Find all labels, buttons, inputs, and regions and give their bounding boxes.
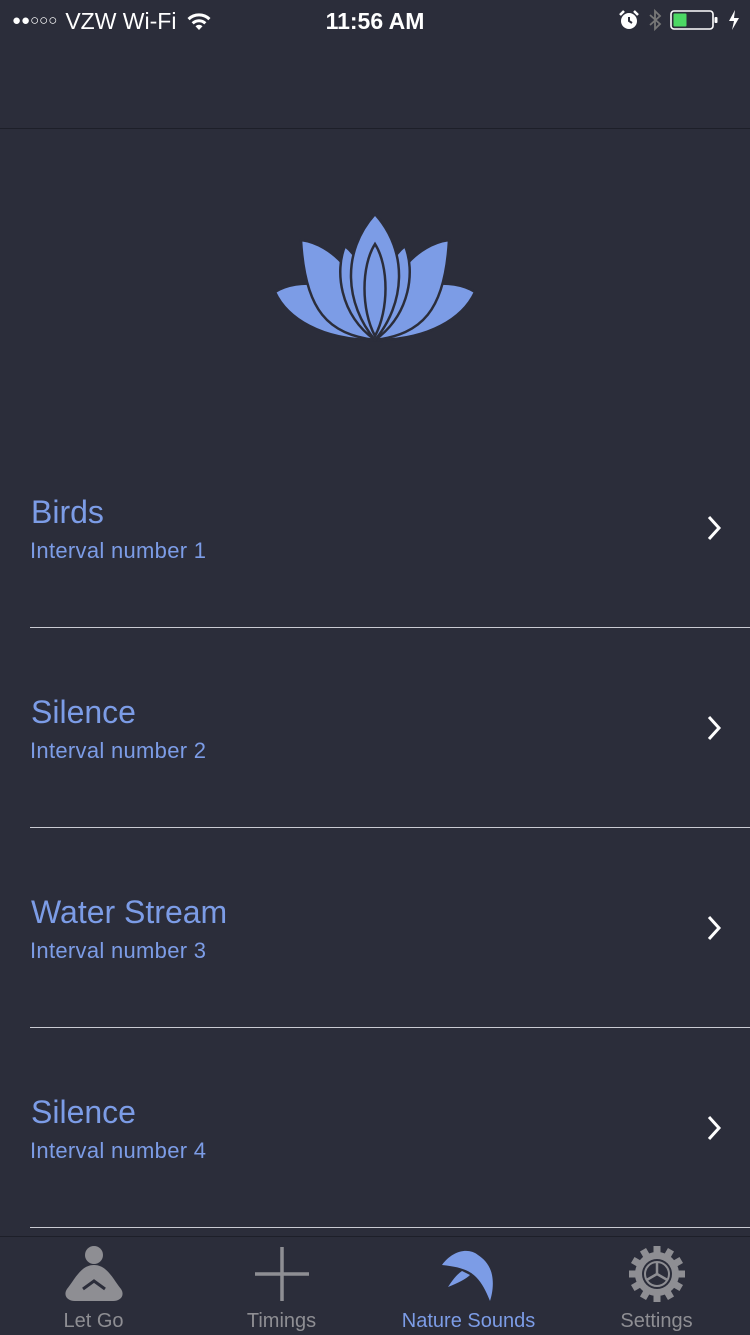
gear-icon: [628, 1246, 685, 1302]
interval-title: Water Stream: [31, 894, 228, 930]
tab-label: Let Go: [63, 1310, 124, 1332]
alarm-icon: [619, 10, 639, 29]
tab-bar: Let Go Timings Nature Sounds Settings: [0, 1236, 750, 1335]
interval-row-1[interactable]: Birds Interval number 1: [30, 428, 750, 628]
navigation-bar: [0, 40, 750, 129]
tab-let-go[interactable]: Let Go: [0, 1237, 187, 1335]
status-bar: ●●○○○ VZW Wi-Fi 11:56 AM: [0, 0, 750, 40]
bird-icon: [441, 1250, 493, 1301]
bluetooth-icon: [649, 8, 662, 32]
interval-subtitle: Interval number 2: [30, 738, 207, 763]
tab-label: Nature Sounds: [401, 1310, 536, 1332]
interval-subtitle: Interval number 3: [30, 938, 207, 963]
interval-subtitle: Interval number 1: [30, 538, 207, 563]
plus-icon: [254, 1247, 309, 1301]
interval-row-4[interactable]: Silence Interval number 4: [30, 1028, 750, 1228]
interval-row-3[interactable]: Water Stream Interval number 3: [30, 828, 750, 1028]
interval-list: Birds Interval number 1 Silence Interval…: [0, 428, 750, 1228]
tab-settings[interactable]: Settings: [563, 1237, 750, 1335]
status-right: [610, 8, 740, 32]
chevron-right-icon: [707, 515, 722, 541]
interval-subtitle: Interval number 4: [30, 1138, 207, 1163]
chevron-right-icon: [707, 715, 722, 741]
interval-title: Silence: [31, 694, 136, 730]
charging-icon: [729, 10, 739, 30]
interval-title: Birds: [31, 494, 104, 530]
interval-row-2[interactable]: Silence Interval number 2: [30, 628, 750, 828]
chevron-right-icon: [707, 1115, 722, 1141]
tab-label: Settings: [620, 1310, 693, 1332]
tab-label: Timings: [246, 1310, 317, 1332]
tab-timings[interactable]: Timings: [188, 1237, 375, 1335]
lotus-icon: [273, 212, 477, 343]
battery-icon: [670, 10, 718, 30]
meditation-icon: [64, 1246, 123, 1301]
tab-nature-sounds[interactable]: Nature Sounds: [375, 1237, 562, 1335]
interval-title: Silence: [31, 1094, 136, 1130]
chevron-right-icon: [707, 915, 722, 941]
